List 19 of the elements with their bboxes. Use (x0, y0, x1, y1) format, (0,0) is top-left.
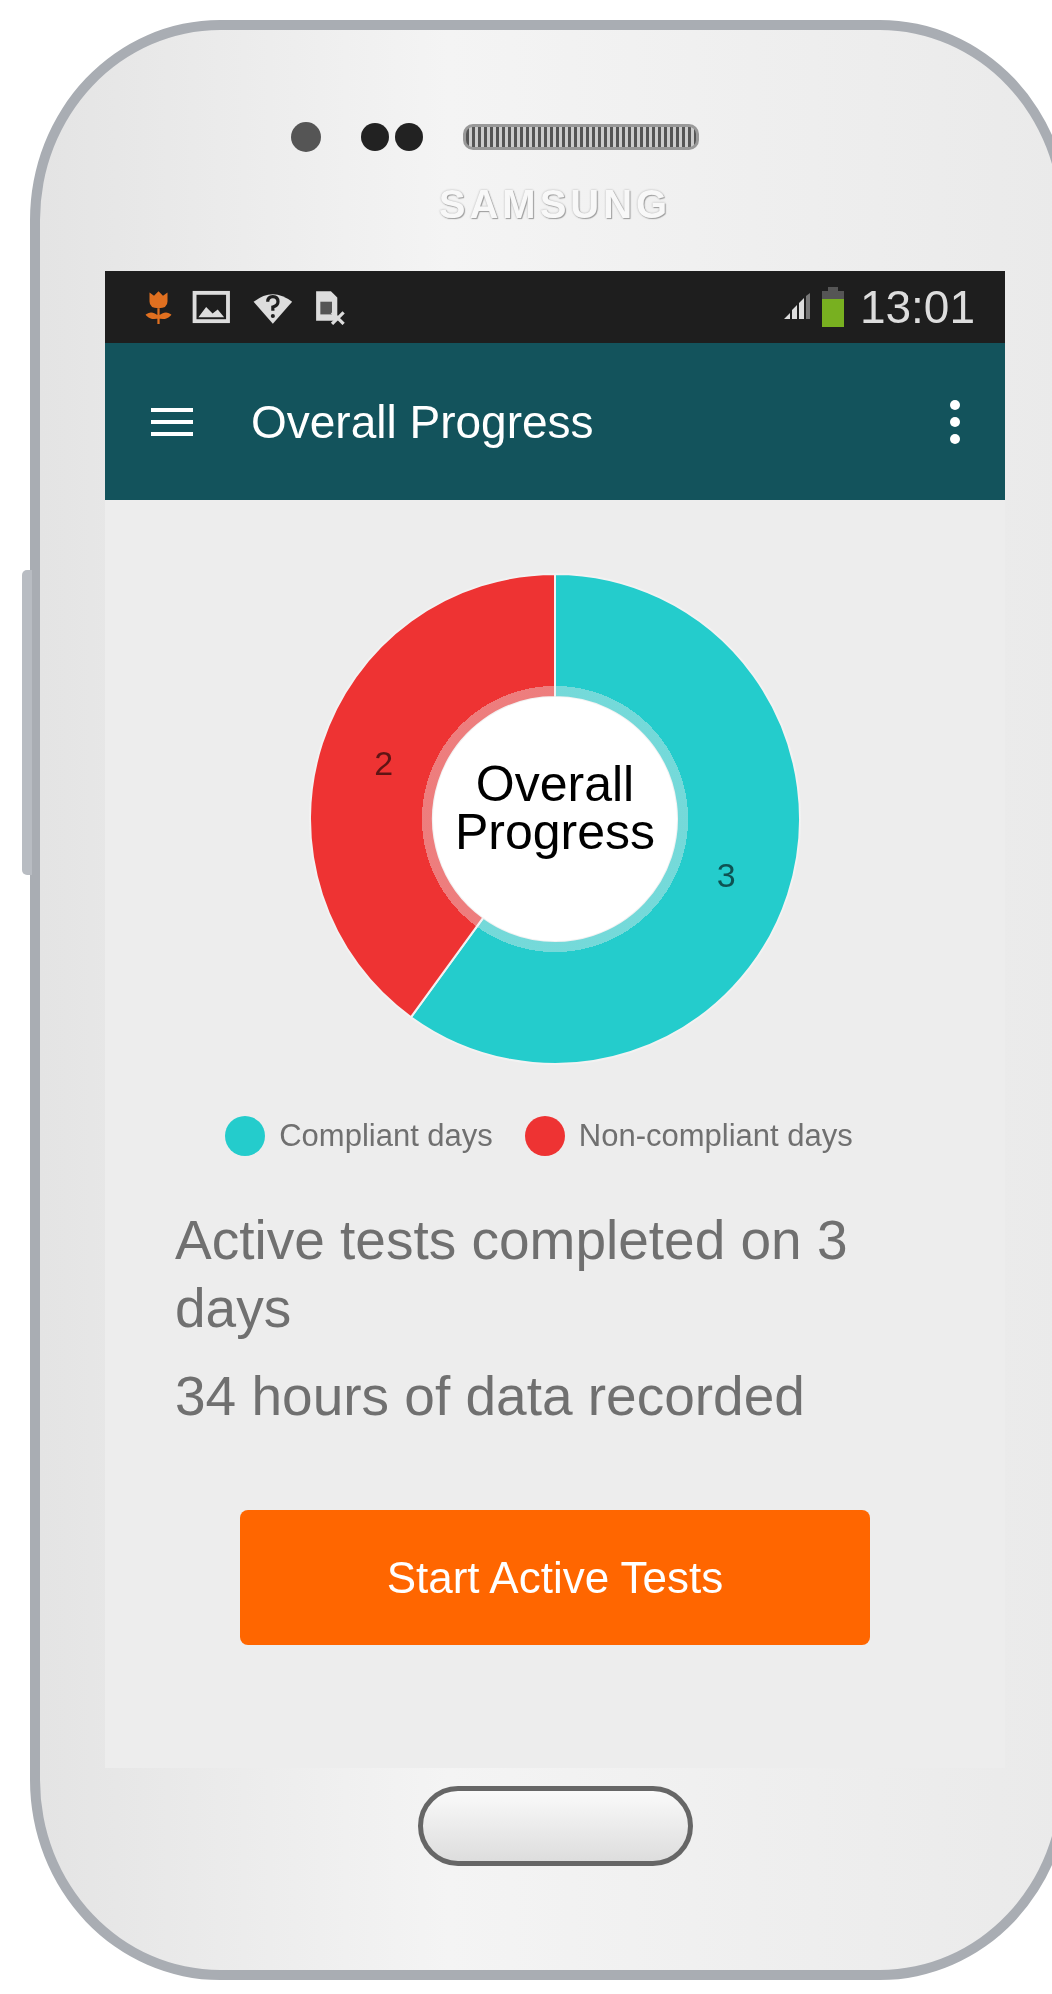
sim-card-icon (314, 289, 346, 325)
status-time: 13:01 (859, 280, 975, 334)
sensor-icon (291, 122, 321, 152)
battery-icon (821, 287, 844, 327)
slice-value-label: 2 (374, 744, 394, 783)
flower-icon (145, 289, 172, 325)
more-vertical-icon (949, 398, 961, 445)
summary-text: Active tests completed on 3 days (175, 1208, 849, 1341)
legend-label: Non-compliant days (578, 1118, 853, 1154)
slice-value-label: 3 (716, 855, 736, 894)
summary-text: 34 hours of data recorded (175, 1364, 806, 1429)
camera-icon (361, 123, 423, 151)
app-bar-title: Overall Progress (251, 394, 595, 449)
start-tests-button[interactable]: Start Active Tests (240, 1510, 870, 1645)
chart-center-title: Overall Progress (454, 756, 656, 860)
image-icon (192, 289, 231, 325)
device-brand: SAMSUNG (438, 182, 672, 227)
menu-icon (149, 405, 195, 438)
legend-label: Compliant days (279, 1118, 493, 1154)
